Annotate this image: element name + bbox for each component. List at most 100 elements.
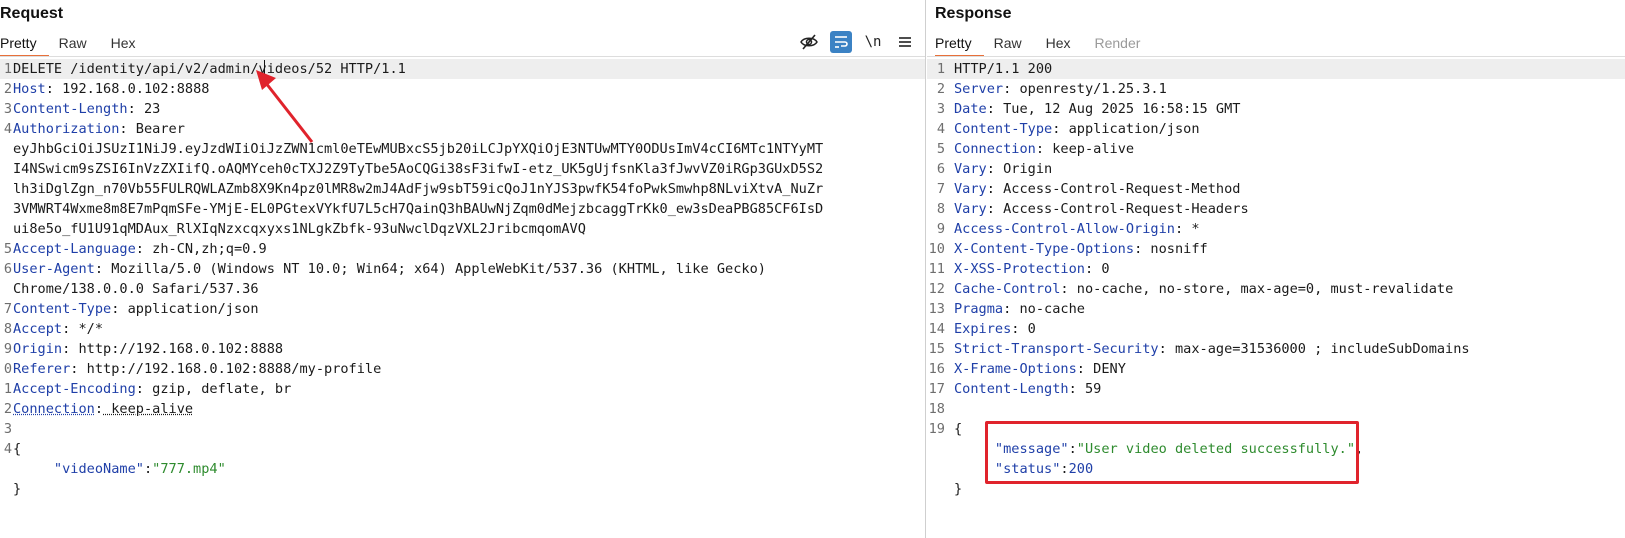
header-name: Vary bbox=[954, 201, 987, 217]
line-number: 18 bbox=[928, 401, 945, 417]
code-line: Chrome/138.0.0.0 Safari/537.36 bbox=[0, 279, 926, 299]
line-text: { bbox=[954, 421, 963, 437]
line-text: 3VMWRT4Wxme8m8E7mPqmSFe-YMjE-EL0PGtexVYk… bbox=[13, 201, 824, 217]
line-content: HTTP/1.1 200 bbox=[954, 59, 1052, 79]
line-content: lh3iDglZgn_n70Vb55FULRQWLAZmb8X9Kn4pz0lM… bbox=[13, 179, 823, 199]
line-number: 6 bbox=[936, 161, 945, 177]
header-value: Origin bbox=[994, 161, 1053, 177]
code-line: 3 Date: Tue, 12 Aug 2025 16:58:15 GMT bbox=[927, 99, 1625, 119]
line-content: Vary: Origin bbox=[954, 159, 1052, 179]
line-number: 10 bbox=[928, 241, 945, 257]
code-line: 18 bbox=[927, 399, 1625, 419]
line-content: Chrome/138.0.0.0 Safari/537.36 bbox=[13, 279, 259, 299]
code-line: 2 Host: 192.168.0.102:8888 bbox=[0, 79, 926, 99]
header-value: * bbox=[1183, 221, 1200, 237]
header-name: Vary bbox=[954, 181, 987, 197]
response-tab-render[interactable]: Render bbox=[1095, 34, 1155, 55]
request-tab-raw[interactable]: Raw bbox=[59, 34, 101, 55]
code-line: 3VMWRT4Wxme8m8E7mPqmSFe-YMjE-EL0PGtexVYk… bbox=[0, 199, 926, 219]
line-number: 0 bbox=[3, 361, 12, 377]
line-number: 7 bbox=[3, 301, 12, 317]
header-name: Accept-Language bbox=[13, 241, 136, 257]
response-tab-divider bbox=[927, 56, 1625, 57]
header-colon: : bbox=[1174, 221, 1184, 237]
line-text: Chrome/138.0.0.0 Safari/537.36 bbox=[13, 281, 259, 297]
eye-slash-icon[interactable] bbox=[798, 31, 820, 53]
header-name: Connection bbox=[954, 141, 1036, 157]
code-line: 2 Server: openresty/1.25.3.1 bbox=[927, 79, 1625, 99]
header-colon: : bbox=[1076, 361, 1085, 377]
header-value: no-cache, no-store, max-age=0, must-reva… bbox=[1068, 281, 1454, 297]
code-line: 8 Vary: Access-Control-Request-Headers bbox=[927, 199, 1625, 219]
request-tab-hex[interactable]: Hex bbox=[111, 34, 150, 55]
response-title: Response bbox=[935, 5, 1012, 22]
code-line: 3 Content-Length: 23 bbox=[0, 99, 926, 119]
header-name: Authorization bbox=[13, 121, 120, 137]
line-number: 8 bbox=[936, 201, 945, 217]
line-content: Content-Type: application/json bbox=[13, 299, 259, 319]
code-line: 2 Connection: keep-alive bbox=[0, 399, 926, 419]
line-content: Connection: keep-alive bbox=[13, 399, 193, 419]
code-line: 12 Cache-Control: no-cache, no-store, max… bbox=[927, 279, 1625, 299]
line-content: } bbox=[954, 479, 962, 499]
code-line: 4{ bbox=[0, 439, 926, 459]
line-number: 17 bbox=[928, 381, 945, 397]
header-name: Origin bbox=[13, 341, 63, 357]
code-line: } bbox=[0, 479, 926, 499]
header-name: Access-Control-Allow-Origin bbox=[954, 221, 1175, 237]
line-content: Content-Length: 59 bbox=[954, 379, 1101, 399]
wrap-icon[interactable] bbox=[830, 31, 852, 53]
line-content: Content-Type: application/json bbox=[954, 119, 1200, 139]
line-number: 11 bbox=[928, 261, 945, 277]
line-number: 2 bbox=[3, 81, 12, 97]
line-text: eyJhbGciOiJSUzI1NiJ9.eyJzdWIiOiJzZWN1cml… bbox=[13, 141, 824, 157]
line-content: eyJhbGciOiJSUzI1NiJ9.eyJzdWIiOiJzZWN1cml… bbox=[13, 139, 823, 159]
code-line: 1 Accept-Encoding: gzip, deflate, br bbox=[0, 379, 926, 399]
line-number: 1 bbox=[3, 381, 12, 397]
code-line: 4 Authorization: Bearer bbox=[0, 119, 926, 139]
line-content: Host: 192.168.0.102:8888 bbox=[13, 79, 209, 99]
request-pane: Request Pretty Raw Hex \n 1 DELETE /ident… bbox=[0, 0, 926, 538]
header-value: keep-alive bbox=[1044, 141, 1135, 157]
line-content: X-XSS-Protection: 0 bbox=[954, 259, 1110, 279]
code-line: eyJhbGciOiJSUzI1NiJ9.eyJzdWIiOiJzZWN1cml… bbox=[0, 139, 926, 159]
line-content: { bbox=[954, 419, 962, 439]
header-colon: : bbox=[1084, 261, 1094, 277]
response-tab-hex[interactable]: Hex bbox=[1046, 34, 1085, 55]
line-number: 6 bbox=[3, 261, 12, 277]
newline-icon[interactable]: \n bbox=[862, 31, 884, 53]
line-content: Content-Length: 23 bbox=[13, 99, 160, 119]
line-number: 2 bbox=[3, 401, 12, 417]
header-name: Vary bbox=[954, 161, 987, 177]
code-line: I4NSwicm9sZSI6InVzZXIifQ.oAQMYceh0cTXJ2Z… bbox=[0, 159, 926, 179]
line-number: 3 bbox=[3, 421, 12, 437]
line-content: Access-Control-Allow-Origin: * bbox=[954, 219, 1200, 239]
header-name: Pragma bbox=[954, 301, 1004, 317]
json-colon: : bbox=[143, 461, 153, 477]
header-value: Bearer bbox=[127, 121, 185, 137]
header-colon: : bbox=[94, 261, 104, 277]
header-colon: : bbox=[986, 161, 995, 177]
pane-splitter[interactable] bbox=[925, 0, 926, 538]
line-content: Accept-Language: zh-CN,zh;q=0.9 bbox=[13, 239, 267, 259]
line-number: 14 bbox=[928, 321, 945, 337]
header-value: zh-CN,zh;q=0.9 bbox=[143, 241, 267, 257]
code-line: 10 X-Content-Type-Options: nosniff bbox=[927, 239, 1625, 259]
code-line: 17 Content-Length: 59 bbox=[927, 379, 1625, 399]
header-value: nosniff bbox=[1142, 241, 1208, 257]
header-value: max-age=31536000 ; includeSubDomains bbox=[1166, 341, 1470, 357]
response-tab-raw[interactable]: Raw bbox=[994, 34, 1036, 55]
header-colon: : bbox=[986, 181, 995, 197]
line-content: Cache-Control: no-cache, no-store, max-a… bbox=[954, 279, 1453, 299]
header-value: keep-alive bbox=[103, 401, 194, 417]
header-colon: : bbox=[1035, 141, 1045, 157]
request-tab-pretty[interactable]: Pretty bbox=[0, 34, 49, 57]
response-tab-pretty[interactable]: Pretty bbox=[935, 34, 984, 57]
menu-icon[interactable] bbox=[894, 31, 916, 53]
header-colon: : bbox=[127, 101, 136, 117]
header-value: application/json bbox=[1060, 121, 1200, 137]
header-name: Connection bbox=[13, 401, 95, 417]
header-colon: : bbox=[94, 401, 104, 417]
request-editor[interactable]: 1 DELETE /identity/api/v2/admin/videos/52… bbox=[0, 59, 926, 499]
